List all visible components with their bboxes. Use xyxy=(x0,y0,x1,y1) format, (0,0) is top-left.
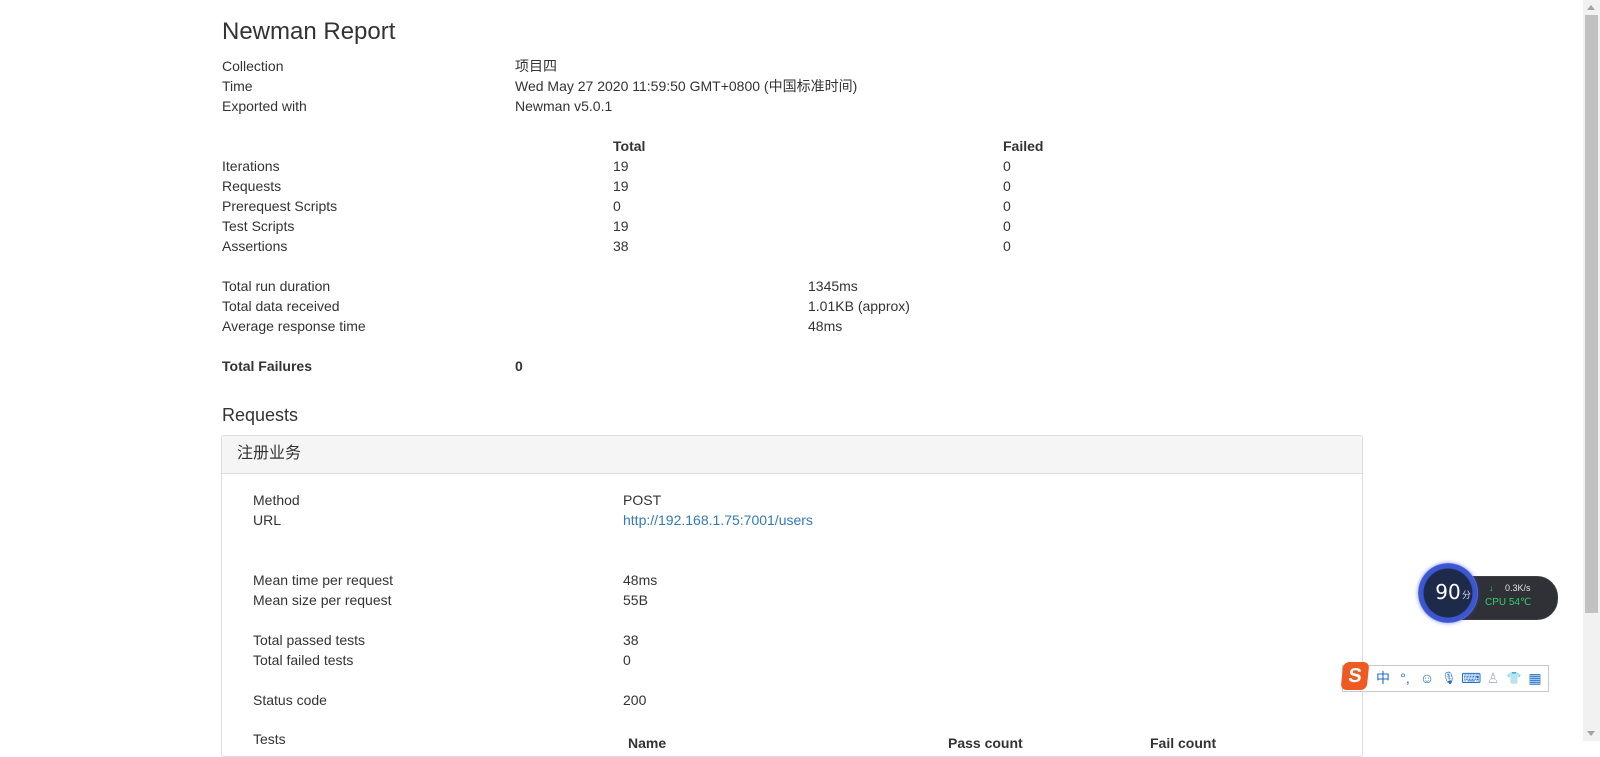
passed-tests-label: Total passed tests xyxy=(253,632,366,648)
meta-value-time: Wed May 27 2020 11:59:50 GMT+0800 (中国标准时… xyxy=(515,78,858,94)
skin-shirt-icon[interactable]: 👕 xyxy=(1504,668,1524,688)
stats-failed-requests: 0 xyxy=(1003,178,1011,194)
timing-label-avg: Average response time xyxy=(222,318,366,334)
total-failures-value: 0 xyxy=(515,358,523,374)
stats-label-iterations: Iterations xyxy=(222,158,280,174)
status-code-label: Status code xyxy=(253,692,327,708)
stats-header-failed: Failed xyxy=(1003,138,1044,154)
mean-size-label: Mean size per request xyxy=(253,592,392,608)
request-panel-title: 注册业务 xyxy=(237,445,302,462)
stats-header-total: Total xyxy=(613,138,646,154)
tests-header-fail: Fail count xyxy=(1150,735,1217,751)
tests-header-name: Name xyxy=(628,735,667,751)
stats-label-test-scripts: Test Scripts xyxy=(222,218,295,234)
tests-header-pass: Pass count xyxy=(948,735,1023,751)
timing-value-data: 1.01KB (approx) xyxy=(808,298,910,314)
vertical-scrollbar[interactable] xyxy=(1583,0,1600,741)
timing-value-avg: 48ms xyxy=(808,318,843,334)
download-arrow-icon: ↓ xyxy=(1489,583,1494,593)
stats-label-assertions: Assertions xyxy=(222,238,288,254)
punctuation-icon[interactable]: °, xyxy=(1395,668,1415,688)
mean-size-value: 55B xyxy=(623,592,648,608)
chinese-mode-icon[interactable]: 中 xyxy=(1373,668,1393,688)
keyboard-icon[interactable]: ⌨ xyxy=(1461,668,1481,688)
timing-label-data: Total data received xyxy=(222,298,340,314)
tests-label: Tests xyxy=(253,731,286,747)
mean-time-value: 48ms xyxy=(623,572,658,588)
requests-heading: Requests xyxy=(222,405,299,425)
mean-time-label: Mean time per request xyxy=(253,572,394,588)
meta-label-collection: Collection xyxy=(222,58,284,74)
stats-failed-iterations: 0 xyxy=(1003,158,1011,174)
meta-label-time: Time xyxy=(222,78,253,94)
failed-tests-label: Total failed tests xyxy=(253,652,354,668)
request-url-link[interactable]: http://192.168.1.75:7001/users xyxy=(623,510,813,530)
stats-failed-test-scripts: 0 xyxy=(1003,218,1011,234)
stats-total-requests: 19 xyxy=(613,178,629,194)
request-panel: 注册业务 xyxy=(221,435,1363,757)
download-speed: 0.3K/s xyxy=(1505,583,1531,593)
toolbox-grid-icon[interactable]: ▦ xyxy=(1525,668,1545,688)
passed-tests-value: 38 xyxy=(623,632,639,648)
meta-value-collection: 项目四 xyxy=(515,58,557,74)
sogou-logo-icon[interactable]: S xyxy=(1340,662,1370,690)
stats-failed-prerequest: 0 xyxy=(1003,198,1011,214)
timing-label-duration: Total run duration xyxy=(222,278,331,294)
meta-value-exported: Newman v5.0.1 xyxy=(515,98,613,114)
total-failures-label: Total Failures xyxy=(222,358,312,374)
page-title: Newman Report xyxy=(222,18,396,45)
status-code-value: 200 xyxy=(623,692,647,708)
stats-failed-assertions: 0 xyxy=(1003,238,1011,254)
scroll-up-arrow-icon[interactable] xyxy=(1587,5,1595,10)
stats-total-prerequest: 0 xyxy=(613,198,621,214)
scroll-down-arrow-icon[interactable] xyxy=(1587,731,1595,736)
stats-total-assertions: 38 xyxy=(613,238,629,254)
stats-total-iterations: 19 xyxy=(613,158,629,174)
request-panel-header[interactable]: 注册业务 xyxy=(222,436,1362,474)
user-icon[interactable]: ♙ xyxy=(1483,668,1503,688)
score-unit: 分 xyxy=(1462,590,1472,600)
scrollbar-thumb[interactable] xyxy=(1585,15,1598,613)
failed-tests-value: 0 xyxy=(623,652,631,668)
request-url-label: URL xyxy=(253,512,282,528)
cpu-temp: CPU 54℃ xyxy=(1485,597,1532,608)
stats-total-test-scripts: 19 xyxy=(613,218,629,234)
emoji-icon[interactable]: ☺ xyxy=(1417,668,1437,688)
request-method-value: POST xyxy=(623,492,662,508)
request-method-label: Method xyxy=(253,492,300,508)
timing-value-duration: 1345ms xyxy=(808,278,858,294)
meta-label-exported: Exported with xyxy=(222,98,307,114)
microphone-icon[interactable]: 🎙 xyxy=(1439,668,1459,688)
stats-label-requests: Requests xyxy=(222,178,282,194)
stats-label-prerequest: Prerequest Scripts xyxy=(222,198,338,214)
